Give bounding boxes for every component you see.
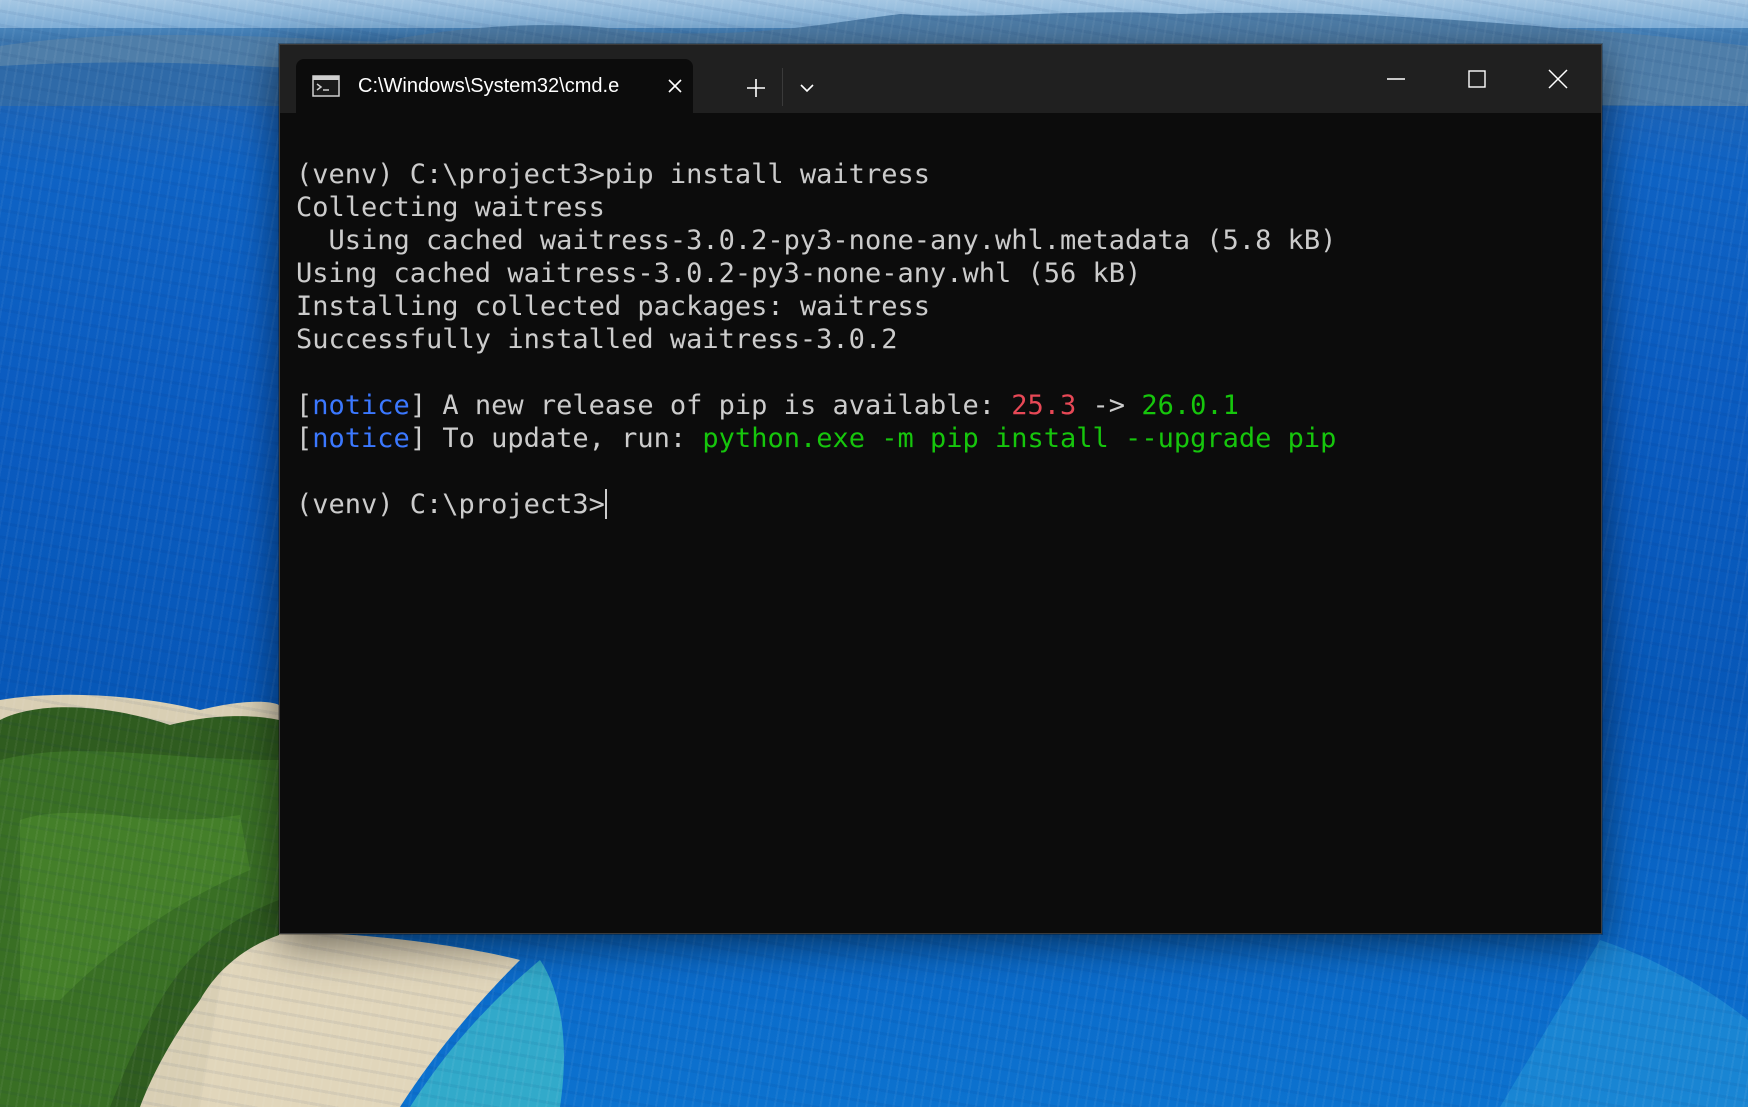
terminal-line: [notice] To update, run: python.exe -m p… xyxy=(296,422,1586,455)
terminal-text: -> xyxy=(1076,390,1142,421)
tab-cmd[interactable]: C:\Windows\System32\cmd.e xyxy=(296,59,693,113)
minimize-button[interactable] xyxy=(1356,45,1436,113)
terminal-line: Installing collected packages: waitress xyxy=(296,290,1586,323)
maximize-icon xyxy=(1468,70,1486,88)
close-icon xyxy=(1548,69,1568,89)
terminal-text: (venv) C:\project3> xyxy=(296,489,605,520)
chevron-down-icon[interactable] xyxy=(790,71,824,105)
terminal-text: Using cached waitress-3.0.2-py3-none-any… xyxy=(296,225,1337,256)
terminal-text: ] To update, run: xyxy=(409,423,703,454)
terminal-output[interactable]: (venv) C:\project3>pip install waitress C… xyxy=(296,158,1586,918)
terminal-text: Collecting waitress xyxy=(296,192,605,223)
terminal-text: [ xyxy=(296,423,313,454)
notice-label: notice xyxy=(312,390,410,421)
tab-title: C:\Windows\System32\cmd.e xyxy=(358,75,620,97)
terminal-text: (venv) C:\project3>pip install waitress xyxy=(296,159,930,190)
terminal-line: (venv) C:\project3>pip install waitress xyxy=(296,158,1586,191)
terminal-text: 26.0.1 xyxy=(1141,390,1239,421)
terminal-text: ] A new release of pip is available: xyxy=(409,390,1012,421)
terminal-text: 25.3 xyxy=(1011,390,1077,421)
terminal-line: [notice] A new release of pip is availab… xyxy=(296,389,1586,422)
cmd-icon xyxy=(312,75,340,97)
terminal-text: [ xyxy=(296,390,313,421)
minimize-icon xyxy=(1387,78,1405,80)
terminal-text: python.exe -m pip install --upgrade pip xyxy=(702,423,1337,454)
plus-icon[interactable] xyxy=(739,71,773,105)
terminal-text: Successfully installed waitress-3.0.2 xyxy=(296,324,898,355)
text-cursor xyxy=(604,489,607,519)
terminal-line: (venv) C:\project3> xyxy=(296,488,1586,521)
terminal-line: Using cached waitress-3.0.2-py3-none-any… xyxy=(296,224,1586,257)
terminal-text: Using cached waitress-3.0.2-py3-none-any… xyxy=(296,258,1142,289)
title-bar[interactable]: C:\Windows\System32\cmd.e xyxy=(280,45,1601,113)
tab-divider xyxy=(782,68,783,106)
close-window-button[interactable] xyxy=(1518,45,1598,113)
terminal-window: C:\Windows\System32\cmd.e (venv) C:\proj… xyxy=(279,44,1602,934)
notice-label: notice xyxy=(312,423,410,454)
terminal-line: Using cached waitress-3.0.2-py3-none-any… xyxy=(296,257,1586,290)
terminal-line: Collecting waitress xyxy=(296,191,1586,224)
terminal-line: Successfully installed waitress-3.0.2 xyxy=(296,323,1586,356)
maximize-button[interactable] xyxy=(1437,45,1517,113)
terminal-text: Installing collected packages: waitress xyxy=(296,291,930,322)
close-icon[interactable] xyxy=(665,76,685,96)
